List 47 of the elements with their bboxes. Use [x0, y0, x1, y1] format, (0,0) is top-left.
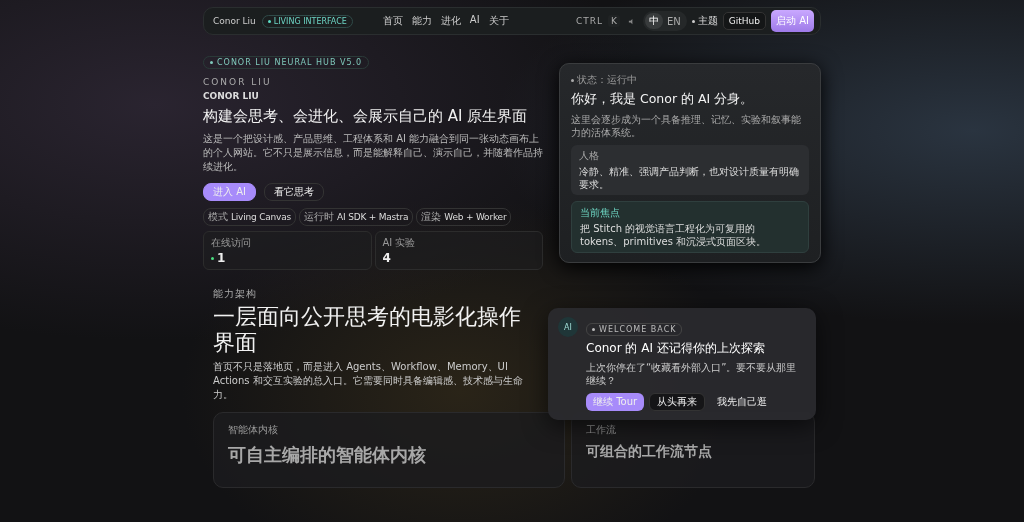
- stat-value: 1: [217, 251, 226, 265]
- nav-link[interactable]: 首页: [382, 14, 403, 28]
- panel-text: 冷静、精准、强调产品判断，也对设计质量有明确要求。: [579, 165, 800, 191]
- nav-link[interactable]: AI: [469, 14, 480, 28]
- status-dot: [211, 256, 214, 260]
- stat-label: 在线访问: [211, 236, 252, 250]
- status-text: 状态：运行中: [577, 73, 637, 87]
- watch-thinking-button[interactable]: 看它思考: [263, 183, 324, 201]
- dialog-text: 上次你停在了“收藏看外部入口”。要不要从那里继续？: [586, 361, 798, 387]
- info-chip: 运行时 AI SDK + Mastra: [299, 208, 414, 226]
- info-chip: 模式 Living Canvas: [203, 208, 297, 226]
- stat-label: AI 实验: [382, 236, 417, 250]
- hero-title: 构建会思考、会进化、会展示自己的 AI 原生界面: [203, 107, 529, 126]
- panel-label: 人格: [579, 149, 600, 163]
- hero-description: 这是一个把设计感、产品思维、工程体系和 AI 能力融合到同一张动态画布上的个人网站。它不只是展示信息，而是能解释自己、演示自己，并随着作品持续进化。: [203, 132, 543, 174]
- eyebrow-text: CONOR LIU: [203, 77, 273, 87]
- card-label: 工作流: [586, 423, 617, 437]
- nav-link[interactable]: 进化: [440, 14, 461, 28]
- status-dot: [571, 78, 574, 82]
- card-description: 这里会逐步成为一个具备推理、记忆、实验和叙事能力的活体系统。: [571, 113, 802, 139]
- shortcut-key: K: [608, 15, 620, 27]
- theme-toggle[interactable]: 主题: [691, 14, 718, 28]
- nav-link[interactable]: 关于: [488, 14, 509, 28]
- card-title: 可自主编排的智能体内核: [228, 443, 427, 467]
- welcome-tag: WELCOME BACK: [586, 323, 683, 336]
- name-logo: CONOR LIU: [203, 91, 260, 101]
- brand-logo[interactable]: Conor Liu: [213, 16, 256, 26]
- language-option[interactable]: 中: [645, 13, 663, 29]
- explore-button[interactable]: 我先自己逛: [710, 393, 775, 411]
- github-button[interactable]: GitHub: [722, 12, 767, 30]
- card-title: 你好，我是 Conor 的 AI 分身。: [571, 91, 755, 108]
- speaker-icon[interactable]: [628, 17, 635, 25]
- language-option[interactable]: EN: [663, 13, 685, 29]
- card-label: 智能体内核: [228, 423, 279, 437]
- ai-avatar: AI: [558, 317, 578, 337]
- dialog-title: Conor 的 AI 还记得你的上次探索: [586, 340, 766, 357]
- panel-text: 把 Stitch 的视觉语言工程化为可复用的 tokens、primitives 和沉浸式页面区块。: [580, 222, 768, 248]
- section-description: 首页不只是落地页，而是进入 Agents、Workflow、Memory、UI Actions 和交互实验的总入口。它需要同时具备编辑感、技术感与生命力。: [213, 360, 524, 402]
- eyebrow-text: 能力架构: [213, 287, 257, 301]
- section-title: 一层面向公开思考的电影化操作界面: [213, 304, 522, 356]
- restart-button[interactable]: 从头再来: [649, 393, 706, 411]
- nav-link[interactable]: 能力: [411, 14, 432, 28]
- panel-label: 当前焦点: [580, 206, 621, 220]
- shortcut-label: CTRL: [576, 16, 604, 26]
- card-title: 可组合的工作流节点: [586, 443, 713, 461]
- stat-value: 4: [382, 251, 391, 265]
- info-chip: 渲染 Web + Worker: [416, 208, 512, 226]
